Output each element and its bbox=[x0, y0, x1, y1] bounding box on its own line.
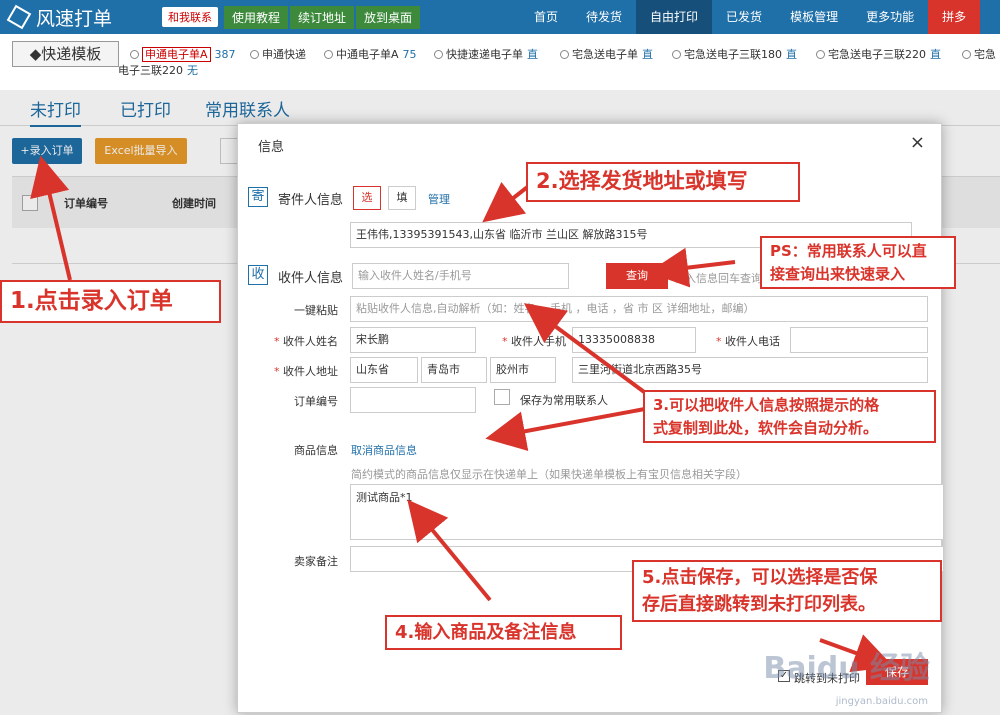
contact-button[interactable]: 和我联系 bbox=[162, 7, 218, 27]
template-option[interactable]: 中通电子单A 75 bbox=[324, 46, 417, 62]
order-no-label: 订单编号 bbox=[294, 395, 338, 408]
callout-step5-line2: 存后直接跳转到未打印列表。 bbox=[642, 594, 876, 615]
callout-step3: 3.可以把收件人信息按照提示的格 式复制到此处，软件会自动分析。 bbox=[643, 390, 936, 443]
baidu-watermark: Baidu 经验 bbox=[763, 651, 930, 686]
template-option[interactable]: 宅急送电子三联180 直 bbox=[672, 46, 797, 62]
order-no-input[interactable] bbox=[350, 387, 476, 413]
cube-icon bbox=[6, 4, 32, 30]
desktop-button[interactable]: 放到桌面 bbox=[356, 5, 421, 29]
receiver-mobile-label: 收件人手机 bbox=[486, 333, 566, 349]
template-option[interactable]: 快捷速递电子单直 bbox=[434, 46, 538, 62]
template-option-wrapped[interactable]: 电子三联220 无 bbox=[118, 62, 198, 78]
province-select[interactable]: 山东省 bbox=[350, 357, 418, 383]
receiver-phone-label: 收件人电话 bbox=[700, 333, 780, 349]
sender-label: 寄件人信息 bbox=[278, 193, 344, 208]
callout-ps-line1: PS：常用联系人可以直 bbox=[770, 242, 927, 260]
nav-home[interactable]: 首页 bbox=[520, 0, 572, 34]
paste-input[interactable]: 粘贴收件人信息,自动解析（如：姓名 ，手机 ，电话 ，省 市 区 详细地址，邮编… bbox=[350, 296, 928, 322]
template-option[interactable]: 宅急送电子单直 bbox=[560, 46, 653, 62]
template-title: ◆快递模板 bbox=[12, 41, 119, 67]
receiver-mobile-input[interactable]: 13335008838 bbox=[572, 327, 696, 353]
template-option[interactable]: 申通快递 bbox=[250, 46, 306, 62]
callout-step3-line1: 3.可以把收件人信息按照提示的格 bbox=[653, 396, 880, 414]
nav-template-manage[interactable]: 模板管理 bbox=[776, 0, 852, 34]
receiver-address-label: 收件人地址 bbox=[258, 363, 338, 379]
modal-title: 信息 bbox=[258, 140, 285, 155]
cancel-goods-link[interactable]: 取消商品信息 bbox=[351, 442, 417, 458]
app-logo: 风速打单 bbox=[6, 4, 150, 31]
nav-more[interactable]: 更多功能 bbox=[852, 0, 928, 34]
template-option[interactable]: 宅急 bbox=[962, 46, 996, 62]
nav-pending[interactable]: 待发货 bbox=[572, 0, 636, 34]
receiver-phone-input[interactable] bbox=[790, 327, 928, 353]
callout-ps: PS：常用联系人可以直 接查询出来快速录入 bbox=[760, 236, 956, 289]
template-option[interactable]: 宅急送电子三联220 直 bbox=[816, 46, 941, 62]
callout-step4: 4.输入商品及备注信息 bbox=[385, 615, 622, 650]
callout-ps-line2: 接查询出来快速录入 bbox=[770, 264, 906, 283]
save-contact-checkbox[interactable] bbox=[494, 389, 510, 405]
goods-label: 商品信息 bbox=[294, 444, 338, 457]
nav-free-print[interactable]: 自由打印 bbox=[636, 0, 713, 34]
query-button[interactable]: 查询 bbox=[606, 263, 668, 289]
app-name: 风速打单 bbox=[36, 7, 113, 30]
callout-step1: 1.点击录入订单 bbox=[0, 280, 221, 323]
sender-manage-link[interactable]: 管理 bbox=[428, 191, 450, 207]
main-nav: 首页 待发货 自由打印 已发货 模板管理 更多功能 拼多 bbox=[520, 0, 981, 34]
callout-step5: 5.点击保存，可以选择是否保 存后直接跳转到未打印列表。 bbox=[632, 560, 942, 622]
receiver-name-input[interactable]: 宋长鹏 bbox=[350, 327, 476, 353]
top-bar: 风速打单 和我联系 使用教程 续订地址 放到桌面 首页 待发货 自由打印 已发货… bbox=[0, 0, 1000, 34]
template-bar: ◆快递模板 申通电子单A 387 申通快递 中通电子单A 75 快捷速递电子单直 宅… bbox=[0, 38, 1000, 78]
goods-textarea[interactable]: 测试商品*1 bbox=[350, 484, 944, 540]
nav-shipped[interactable]: 已发货 bbox=[712, 0, 776, 34]
callout-step2: 2.选择发货地址或填写 bbox=[526, 162, 800, 202]
baidu-watermark-url: jingyan.baidu.com bbox=[835, 696, 928, 707]
paste-label: 一键粘贴 bbox=[294, 304, 338, 317]
template-option[interactable]: 申通电子单A 387 bbox=[130, 46, 236, 62]
close-icon[interactable]: × bbox=[910, 132, 925, 153]
sender-select-button[interactable]: 选 bbox=[353, 186, 381, 210]
goods-hint: 简约模式的商品信息仅显示在快递单上（如果快递单模板上有宝贝信息相关字段） bbox=[351, 468, 747, 481]
callout-step3-line2: 式复制到此处，软件会自动分析。 bbox=[653, 418, 879, 437]
save-contact-label: 保存为常用联系人 bbox=[520, 394, 608, 407]
tutorial-button[interactable]: 使用教程 bbox=[224, 5, 289, 29]
receiver-icon: 收 bbox=[248, 265, 268, 285]
nav-pdd[interactable]: 拼多 bbox=[928, 0, 981, 34]
receiver-name-label: 收件人姓名 bbox=[258, 333, 338, 349]
renew-button[interactable]: 续订地址 bbox=[290, 5, 355, 29]
callout-step5-line1: 5.点击保存，可以选择是否保 bbox=[642, 567, 878, 588]
city-select[interactable]: 青岛市 bbox=[421, 357, 487, 383]
sender-icon: 寄 bbox=[248, 187, 268, 207]
query-hint: 输入信息回车查询 bbox=[674, 272, 762, 285]
receiver-label: 收件人信息 bbox=[278, 271, 344, 286]
receiver-search-input[interactable]: 输入收件人姓名/手机号 bbox=[352, 263, 569, 289]
remark-label: 卖家备注 bbox=[294, 555, 338, 568]
address-detail-input[interactable]: 三里河街道北京西路35号 bbox=[572, 357, 928, 383]
district-select[interactable]: 胶州市 bbox=[490, 357, 556, 383]
sender-fill-button[interactable]: 填 bbox=[388, 186, 416, 210]
